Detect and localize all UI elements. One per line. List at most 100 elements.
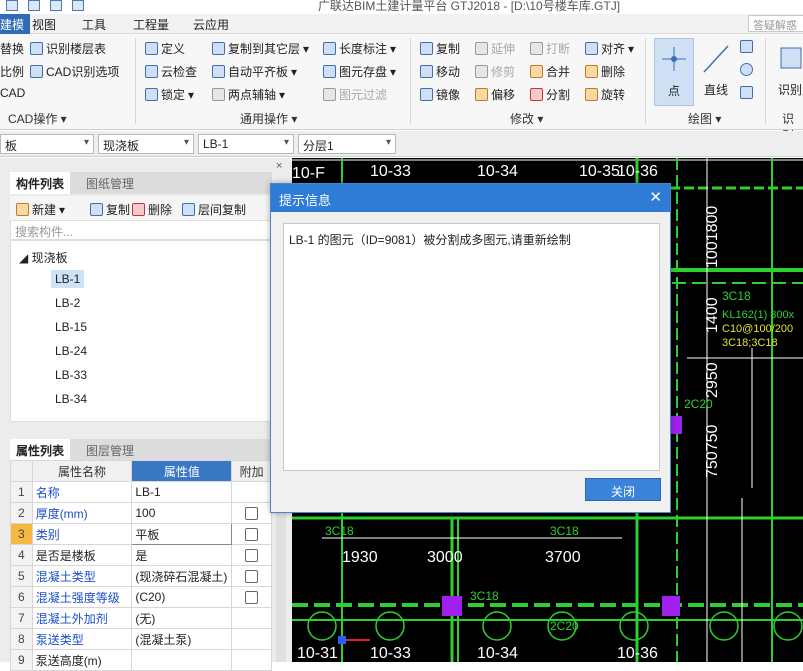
tree-item[interactable]: LB-34 (55, 392, 87, 406)
attach-checkbox[interactable] (245, 528, 259, 542)
element-name-select[interactable]: LB-1 (198, 134, 294, 154)
element-category-select[interactable]: 现浇板 (98, 134, 194, 154)
property-value[interactable]: (混凝土泵) (131, 628, 233, 650)
table-row[interactable]: 8 泵送类型 (混凝土泵) (10, 628, 272, 650)
point-draw-button[interactable]: 点 (654, 38, 694, 106)
tab-component-list[interactable]: 构件列表 (10, 172, 71, 194)
copy-component-button[interactable]: 复制 (90, 201, 130, 218)
length-dimension-button[interactable]: 长度标注 ▾ (323, 40, 396, 57)
menu-bar: 建模 视图 工具 工程量 云应用 答疑解惑 (0, 14, 803, 34)
circle-draw-button[interactable] (740, 63, 753, 76)
delete-component-button[interactable]: 删除 (132, 201, 172, 218)
new-file-icon[interactable] (6, 0, 18, 11)
lock-button[interactable]: 锁定 ▾ (145, 86, 194, 103)
property-value[interactable]: (无) (131, 607, 233, 629)
offset-button[interactable]: 偏移 (475, 86, 515, 103)
replace-button[interactable]: 替换 (0, 40, 24, 57)
tree-root[interactable]: ◢ 现浇板 (19, 249, 68, 266)
save-elements-button[interactable]: 图元存盘 ▾ (323, 63, 396, 80)
property-value[interactable]: 是 (131, 544, 233, 566)
layer-select[interactable]: 分层1 (298, 134, 396, 154)
tree-item[interactable]: LB-24 (55, 344, 87, 358)
table-row[interactable]: 3 类别 平板 (10, 523, 272, 545)
open-file-icon[interactable] (28, 0, 40, 11)
interlayer-copy-button[interactable]: 层间复制 (182, 201, 246, 218)
property-value[interactable]: (现浇碎石混凝土) (131, 565, 233, 587)
property-value[interactable]: 平板 (131, 523, 233, 545)
break-icon (530, 42, 543, 55)
save-icon[interactable] (50, 0, 62, 11)
attach-checkbox[interactable] (245, 570, 259, 584)
align-button[interactable]: 对齐 ▾ (585, 40, 634, 57)
property-value[interactable]: LB-1 (131, 481, 233, 503)
identify-floor-table-button[interactable]: 识别楼层表 (30, 40, 106, 57)
divider (410, 38, 411, 124)
line-draw-button[interactable]: 直线 (698, 38, 734, 106)
tree-item[interactable]: LB-33 (55, 368, 87, 382)
attach-checkbox[interactable] (245, 507, 259, 521)
cad-options-button[interactable]: CAD识别选项 (30, 63, 119, 80)
scale-button[interactable]: 比例 (0, 63, 24, 80)
delete-button[interactable]: 删除 (585, 63, 625, 80)
identify-button[interactable]: 识别 (772, 38, 803, 106)
tab-quantity[interactable]: 工程量 (133, 16, 169, 33)
row-number: 2 (10, 502, 33, 524)
move-button[interactable]: 移动 (420, 63, 460, 80)
tree-item[interactable]: LB-15 (55, 320, 87, 334)
new-component-button[interactable]: 新建 ▾ (16, 201, 65, 218)
table-row[interactable]: 2 厚度(mm) 100 (10, 502, 272, 524)
mirror-button[interactable]: 镜像 (420, 86, 460, 103)
row-number: 9 (10, 649, 33, 671)
close-icon[interactable]: ✕ (649, 188, 662, 206)
table-row[interactable]: 4 是否是楼板是 (10, 544, 272, 566)
merge-button[interactable]: 合并 (530, 63, 570, 80)
define-button[interactable]: 定义 (145, 40, 185, 57)
cad-button[interactable]: CAD (0, 86, 25, 100)
property-value[interactable] (131, 649, 233, 671)
tab-view[interactable]: 视图 (32, 16, 56, 33)
tab-drawing-management[interactable]: 图纸管理 (80, 172, 140, 194)
axis-label: 10-33 (370, 163, 411, 180)
row-number: 3 (10, 523, 33, 545)
split-button[interactable]: 分割 (530, 86, 570, 103)
element-type-select[interactable]: 板 (0, 134, 94, 154)
collapse-icon[interactable]: ◢ (19, 251, 28, 265)
panel-close-icon[interactable]: × (276, 160, 282, 172)
auto-align-slab-button[interactable]: 自动平齐板 ▾ (212, 63, 297, 80)
table-row[interactable]: 9 泵送高度(m) (10, 649, 272, 671)
rotate-button[interactable]: 旋转 (585, 86, 625, 103)
lock-icon (145, 88, 158, 101)
tree-item[interactable]: LB-2 (55, 296, 80, 310)
property-value[interactable]: 100 (131, 502, 233, 524)
tab-modeling[interactable]: 建模 (0, 14, 31, 34)
property-value[interactable]: (C20) (131, 586, 233, 608)
dialog-message: LB-1 的图元（ID=9081）被分割成多图元,请重新绘制 (289, 233, 571, 247)
header-number (10, 460, 33, 482)
cloud-check-button[interactable]: 云检查 (145, 63, 197, 80)
component-search-input[interactable]: 搜索构件... (10, 220, 272, 240)
row-number: 7 (10, 607, 33, 629)
tab-property-list[interactable]: 属性列表 (10, 439, 71, 461)
help-search-input[interactable]: 答疑解惑 (748, 15, 803, 32)
close-button[interactable]: 关闭 (585, 478, 661, 501)
undo-icon[interactable] (72, 0, 84, 11)
tree-item[interactable]: LB-1 (51, 270, 85, 288)
axis-label: 10-31 (297, 645, 338, 662)
attach-checkbox[interactable] (245, 549, 259, 563)
copy-button[interactable]: 复制 (420, 40, 460, 57)
table-row[interactable]: 1 名称 LB-1 (10, 481, 272, 503)
general-group-label: 通用操作 ▾ (240, 112, 298, 126)
rect-draw-button[interactable] (740, 86, 753, 99)
copy-to-layer-button[interactable]: 复制到其它层 ▾ (212, 40, 309, 57)
tab-cloud[interactable]: 云应用 (193, 16, 229, 33)
attach-checkbox[interactable] (245, 591, 259, 605)
tab-tools[interactable]: 工具 (82, 16, 106, 33)
component-panel-tabs: 构件列表 图纸管理 (10, 172, 272, 194)
table-row[interactable]: 6 混凝土强度等级 (C20) (10, 586, 272, 608)
table-row[interactable]: 5 混凝土类型 (现浇碎石混凝土) (10, 565, 272, 587)
arc-draw-button[interactable] (740, 40, 753, 53)
tab-layer-management[interactable]: 图层管理 (80, 439, 140, 461)
filter-icon (323, 88, 336, 101)
two-point-axis-button[interactable]: 两点辅轴 ▾ (212, 86, 285, 103)
table-row[interactable]: 7 混凝土外加剂 (无) (10, 607, 272, 629)
